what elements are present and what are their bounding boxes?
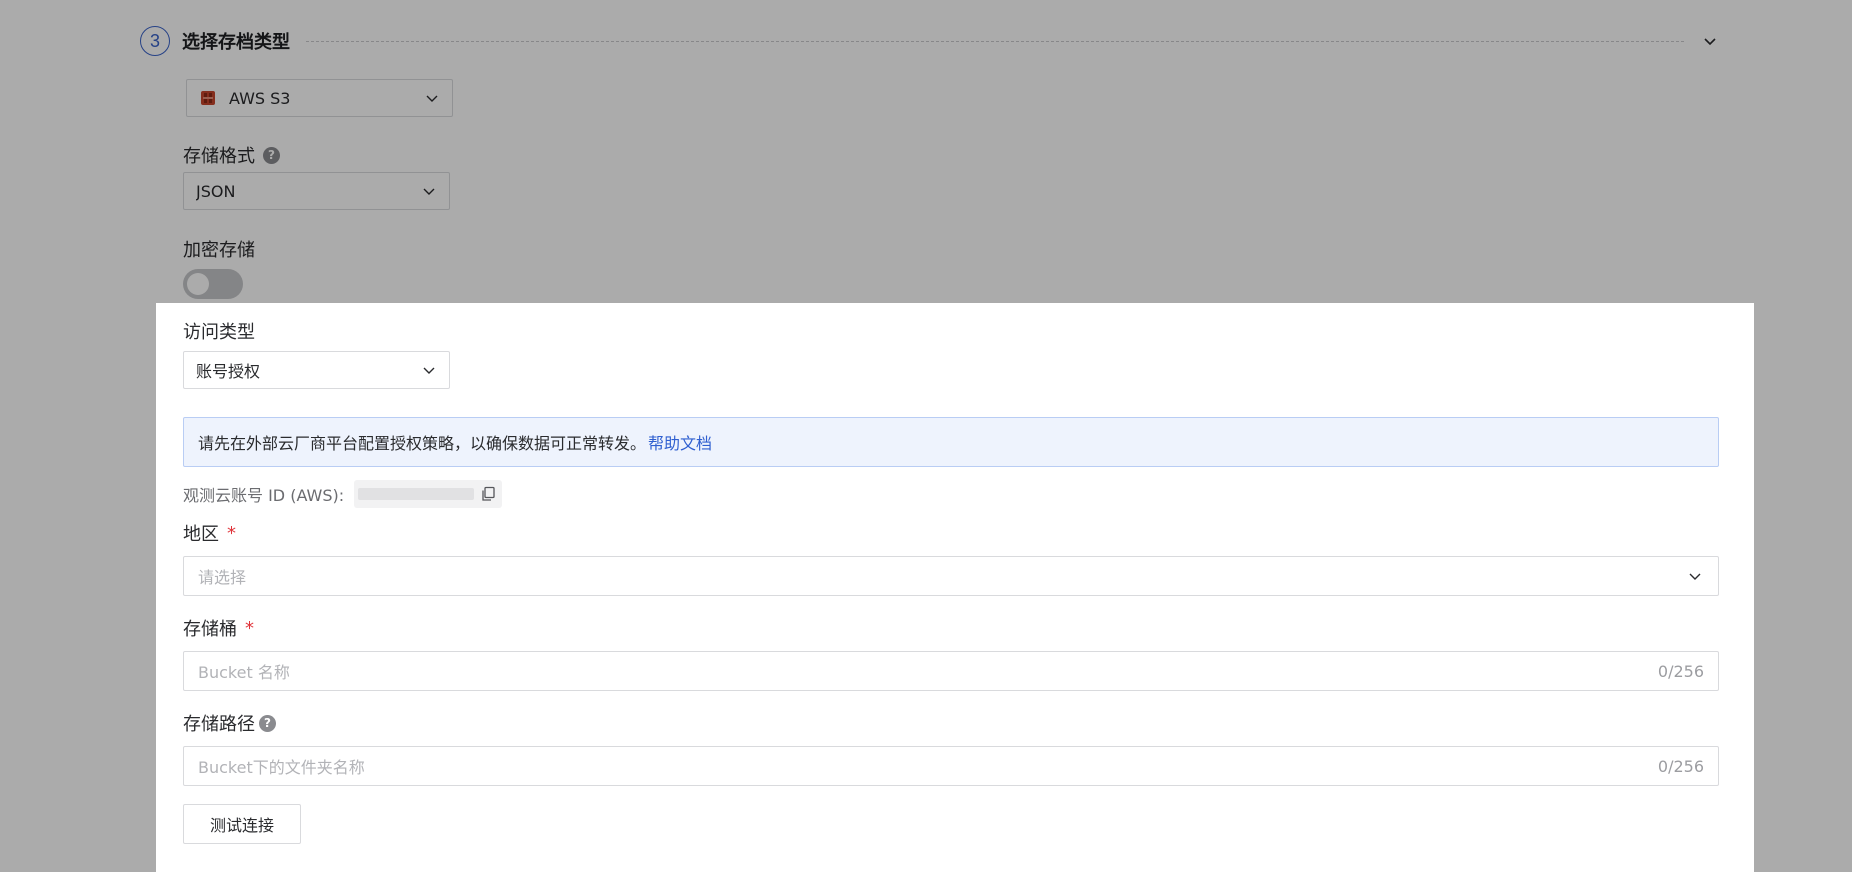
account-id-value <box>354 480 503 508</box>
account-id-label: 观测云账号 ID (AWS): <box>183 486 345 505</box>
alert-text: 请先在外部云厂商平台配置授权策略，以确保数据可正常转发。 <box>198 434 647 453</box>
path-label: 存储路径 ? <box>183 710 276 736</box>
help-doc-link[interactable]: 帮助文档 <box>648 430 712 454</box>
chevron-down-icon <box>421 362 437 378</box>
help-icon[interactable]: ? <box>263 146 280 164</box>
test-connection-button[interactable]: 测试连接 <box>183 804 301 844</box>
step-header[interactable]: 3 选择存档类型 <box>140 24 1720 58</box>
bucket-placeholder: Bucket 名称 <box>198 663 290 682</box>
storage-format-select[interactable]: JSON <box>183 172 450 210</box>
encryption-toggle[interactable] <box>183 269 243 299</box>
chevron-down-icon[interactable] <box>1700 31 1720 51</box>
copy-icon[interactable] <box>480 486 496 502</box>
bucket-label-text: 存储桶 <box>183 619 237 640</box>
account-id-row: 观测云账号 ID (AWS): <box>183 480 503 508</box>
path-char-count: 0/256 <box>1657 756 1704 776</box>
path-label-text: 存储路径 <box>183 714 255 735</box>
storage-format-label-text: 存储格式 <box>183 146 255 167</box>
masked-account-id <box>358 488 475 500</box>
step-title: 选择存档类型 <box>182 32 290 53</box>
access-type-value: 账号授权 <box>196 362 261 381</box>
storage-format-label: 存储格式 ? <box>183 142 280 168</box>
encryption-label: 加密存储 <box>183 240 255 261</box>
chevron-down-icon <box>424 90 440 106</box>
access-type-select[interactable]: 账号授权 <box>183 351 450 389</box>
step-divider <box>306 40 1684 42</box>
auth-policy-alert: 请先在外部云厂商平台配置授权策略，以确保数据可正常转发。 帮助文档 <box>183 417 1719 467</box>
access-type-label: 访问类型 <box>183 322 255 343</box>
region-placeholder: 请选择 <box>198 568 247 587</box>
storage-format-value: JSON <box>196 181 236 201</box>
region-label-text: 地区 <box>183 524 219 545</box>
region-label: 地区 * <box>183 520 236 546</box>
chevron-down-icon <box>1688 568 1704 584</box>
help-icon[interactable]: ? <box>259 714 276 732</box>
path-placeholder: Bucket下的文件夹名称 <box>198 758 365 777</box>
bucket-input[interactable]: Bucket 名称 0/256 <box>183 651 1719 691</box>
chevron-down-icon <box>421 183 437 199</box>
path-input[interactable]: Bucket下的文件夹名称 0/256 <box>183 746 1719 786</box>
step-number: 3 <box>140 26 170 56</box>
bucket-label: 存储桶 * <box>183 615 254 641</box>
bucket-char-count: 0/256 <box>1657 661 1704 681</box>
archive-type-select[interactable]: AWS S3 <box>186 79 453 117</box>
toggle-knob <box>187 273 209 295</box>
required-asterisk: * <box>227 522 236 544</box>
archive-type-value: AWS S3 <box>229 88 291 108</box>
region-select[interactable]: 请选择 <box>183 556 1719 596</box>
aws-s3-icon <box>199 89 217 107</box>
required-asterisk: * <box>245 617 254 639</box>
